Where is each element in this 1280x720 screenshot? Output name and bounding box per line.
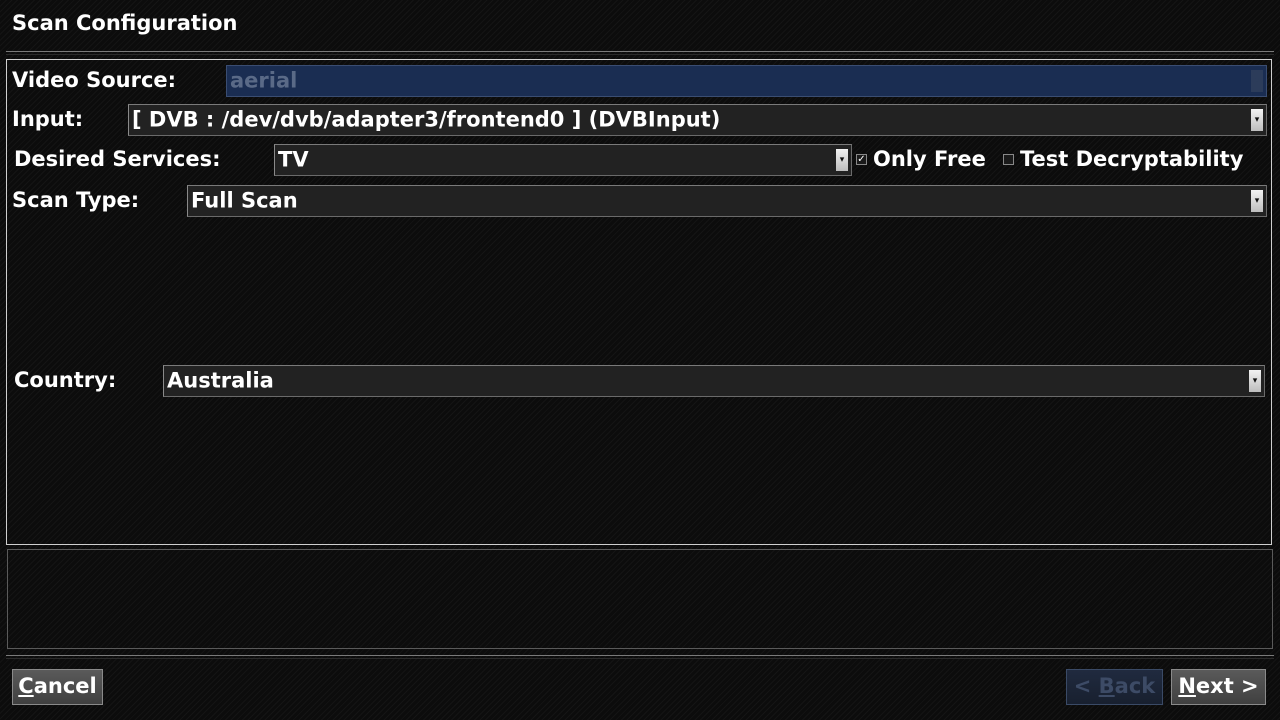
back-button: < Back	[1066, 669, 1163, 705]
desired-services-label: Desired Services:	[14, 147, 221, 171]
video-source-select: aerial ▾	[226, 65, 1267, 97]
header-divider	[6, 51, 1274, 55]
input-value: [ DVB : /dev/dvb/adapter3/frontend0 ] (D…	[132, 107, 721, 132]
video-source-value: aerial	[230, 68, 298, 93]
chevron-down-icon: ▾	[836, 149, 848, 171]
country-select[interactable]: Australia ▾	[163, 365, 1265, 397]
cancel-accel: C	[18, 674, 34, 698]
back-accel: B	[1098, 674, 1115, 698]
scan-type-label: Scan Type:	[12, 188, 140, 212]
chevron-down-icon: ▾	[1249, 370, 1261, 392]
help-text-area	[7, 549, 1273, 649]
test-decryptability-label[interactable]: Test Decryptability	[1020, 147, 1243, 171]
only-free-checkbox[interactable]: ✓	[856, 154, 867, 165]
desired-services-select[interactable]: TV ▾	[274, 144, 852, 176]
page-title: Scan Configuration	[12, 11, 238, 35]
cancel-label: ancel	[33, 674, 97, 698]
next-button[interactable]: Next >	[1171, 669, 1266, 705]
desired-services-value: TV	[278, 147, 309, 172]
back-prefix: <	[1073, 674, 1099, 698]
chevron-down-icon: ▾	[1251, 109, 1263, 131]
footer-divider	[6, 655, 1274, 659]
scan-type-value: Full Scan	[191, 188, 298, 213]
scan-type-select[interactable]: Full Scan ▾	[187, 185, 1267, 217]
next-label: ext >	[1195, 674, 1259, 698]
input-label: Input:	[12, 107, 84, 131]
chevron-down-icon: ▾	[1251, 190, 1263, 212]
chevron-down-icon: ▾	[1251, 70, 1263, 92]
cancel-button[interactable]: Cancel	[12, 669, 103, 705]
back-label: ack	[1114, 674, 1156, 698]
video-source-label: Video Source:	[12, 68, 177, 92]
next-accel: N	[1178, 674, 1196, 698]
country-value: Australia	[167, 368, 274, 393]
country-label: Country:	[14, 368, 117, 392]
test-decryptability-checkbox[interactable]	[1003, 154, 1014, 165]
input-select[interactable]: [ DVB : /dev/dvb/adapter3/frontend0 ] (D…	[128, 104, 1267, 136]
only-free-label[interactable]: Only Free	[873, 147, 986, 171]
